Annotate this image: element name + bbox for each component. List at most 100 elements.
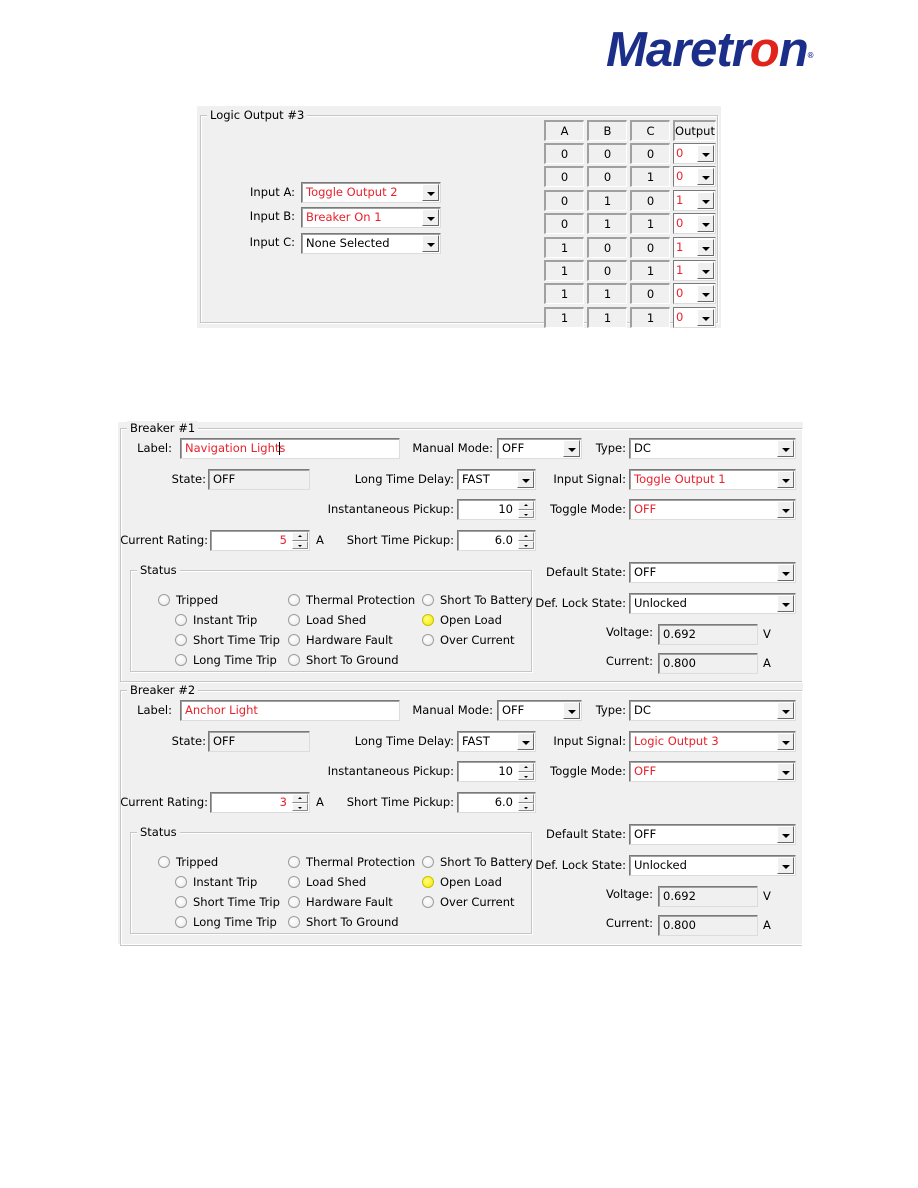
voltage-unit: V <box>763 627 771 641</box>
truth-table-cell-b: 0 <box>587 260 627 281</box>
truth-table-output-select[interactable]: 1 <box>673 236 716 258</box>
label-value: Navigation Lights <box>185 441 286 455</box>
long-time-delay-select[interactable]: FAST <box>457 469 536 490</box>
input-signal-select[interactable]: Toggle Output 1 <box>629 469 796 490</box>
spin-down-icon[interactable] <box>518 540 534 549</box>
chevron-down-icon[interactable] <box>697 285 714 303</box>
chevron-down-icon[interactable] <box>422 209 439 226</box>
spin-down-icon[interactable] <box>292 802 308 811</box>
chevron-down-icon[interactable] <box>697 191 714 209</box>
input-c-select[interactable]: None Selected <box>301 233 441 254</box>
truth-table-cell-a: 0 <box>544 166 584 188</box>
current-rating-spinner[interactable]: 3 <box>210 792 310 813</box>
label-input[interactable]: Navigation Lights <box>180 438 400 459</box>
maretron-logo: Maretron® <box>606 23 814 77</box>
chevron-down-icon[interactable] <box>777 702 794 719</box>
truth-table-output-select[interactable]: 0 <box>673 283 716 305</box>
truth-table-cell-c: 0 <box>630 143 670 164</box>
chevron-down-icon[interactable] <box>697 215 714 233</box>
chevron-down-icon[interactable] <box>777 440 794 457</box>
def-lock-state-select[interactable]: Unlocked <box>629 855 796 876</box>
spin-up-icon[interactable] <box>292 532 308 541</box>
chevron-down-icon[interactable] <box>517 471 534 488</box>
chevron-down-icon[interactable] <box>777 595 794 612</box>
truth-table-output-select[interactable]: 0 <box>673 143 716 164</box>
spin-down-icon[interactable] <box>518 802 534 811</box>
truth-table-output-select[interactable]: 1 <box>673 189 716 211</box>
instantaneous-pickup-value: 10 <box>498 502 513 516</box>
def-lock-state-select[interactable]: Unlocked <box>629 593 796 614</box>
type-value: DC <box>634 441 651 455</box>
status-indicator-icon <box>422 876 434 888</box>
current-rating-value: 5 <box>279 533 287 547</box>
chevron-down-icon[interactable] <box>697 238 714 256</box>
chevron-down-icon[interactable] <box>777 857 794 874</box>
instantaneous-pickup-spinner[interactable]: 10 <box>457 761 536 782</box>
short-time-pickup-spinner[interactable]: 6.0 <box>457 792 536 813</box>
chevron-down-icon[interactable] <box>777 471 794 488</box>
type-select[interactable]: DC <box>629 438 796 459</box>
spin-up-icon[interactable] <box>518 501 534 510</box>
status-label: Hardware Fault <box>306 633 393 647</box>
chevron-down-icon[interactable] <box>777 733 794 750</box>
label-input[interactable]: Anchor Light <box>180 700 400 721</box>
truth-table-output-select[interactable]: 0 <box>673 166 716 188</box>
chevron-down-icon[interactable] <box>697 145 714 162</box>
status-indicator-icon <box>422 896 434 908</box>
chevron-down-icon[interactable] <box>563 702 580 719</box>
chevron-down-icon[interactable] <box>422 235 439 252</box>
input-a-select[interactable]: Toggle Output 2 <box>301 182 441 203</box>
current-rating-unit: A <box>316 795 324 809</box>
spin-up-icon[interactable] <box>292 794 308 803</box>
chevron-down-icon[interactable] <box>697 262 714 279</box>
logo-text: Maretr <box>606 23 751 77</box>
truth-table-output-select[interactable]: 0 <box>673 213 716 235</box>
current-rating-spinner[interactable]: 5 <box>210 530 310 551</box>
status-label: Short Time Trip <box>193 633 280 647</box>
spin-down-icon[interactable] <box>518 509 534 518</box>
current-value: 0.800 <box>663 918 696 932</box>
spin-down-icon[interactable] <box>518 771 534 780</box>
chevron-down-icon[interactable] <box>697 308 714 326</box>
default-state-value: OFF <box>634 565 657 579</box>
input-signal-select[interactable]: Logic Output 3 <box>629 731 796 752</box>
default-state-select[interactable]: OFF <box>629 562 796 583</box>
current-field: 0.800 <box>658 915 758 936</box>
spin-down-icon[interactable] <box>292 540 308 549</box>
spin-up-icon[interactable] <box>518 763 534 772</box>
spin-up-icon[interactable] <box>518 532 534 541</box>
chevron-down-icon[interactable] <box>777 564 794 581</box>
toggle-mode-select[interactable]: OFF <box>629 499 796 520</box>
chevron-down-icon[interactable] <box>422 184 439 201</box>
def-lock-state-value: Unlocked <box>634 596 687 610</box>
truth-table-cell-c: 0 <box>630 236 670 258</box>
instantaneous-pickup-spinner[interactable]: 10 <box>457 499 536 520</box>
toggle-mode-label: Toggle Mode: <box>550 502 626 516</box>
chevron-down-icon[interactable] <box>697 168 714 186</box>
status-label: Open Load <box>440 613 502 627</box>
truth-table-output-select[interactable]: 0 <box>673 306 716 328</box>
spin-up-icon[interactable] <box>518 794 534 803</box>
chevron-down-icon[interactable] <box>777 501 794 518</box>
manual-mode-select[interactable]: OFF <box>497 700 582 721</box>
toggle-mode-select[interactable]: OFF <box>629 761 796 782</box>
default-state-select[interactable]: OFF <box>629 824 796 845</box>
input-signal-label: Input Signal: <box>553 734 626 748</box>
input-c-label: Input C: <box>249 235 295 249</box>
status-indicator-icon <box>175 876 187 888</box>
instantaneous-pickup-value: 10 <box>498 764 513 778</box>
long-time-delay-select[interactable]: FAST <box>457 731 536 752</box>
chevron-down-icon[interactable] <box>777 763 794 780</box>
chevron-down-icon[interactable] <box>517 733 534 750</box>
status-label: Long Time Trip <box>193 653 277 667</box>
voltage-value: 0.692 <box>663 889 696 903</box>
chevron-down-icon[interactable] <box>563 440 580 457</box>
truth-table-output-select[interactable]: 1 <box>673 260 716 281</box>
truth-table-cell-a: 1 <box>544 236 584 258</box>
type-select[interactable]: DC <box>629 700 796 721</box>
manual-mode-select[interactable]: OFF <box>497 438 582 459</box>
short-time-pickup-spinner[interactable]: 6.0 <box>457 530 536 551</box>
input-b-select[interactable]: Breaker On 1 <box>301 207 441 228</box>
def-lock-state-label: Def. Lock State: <box>535 858 626 872</box>
chevron-down-icon[interactable] <box>777 826 794 843</box>
